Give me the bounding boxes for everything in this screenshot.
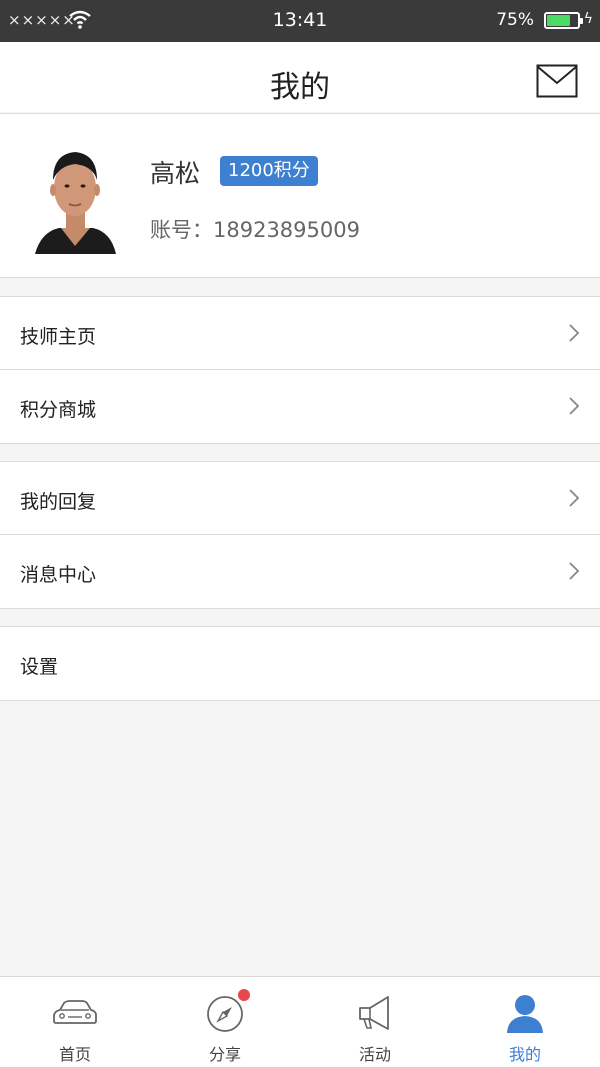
menu-item-message-center[interactable]: 消息中心 [0, 535, 600, 608]
menu-item-points-mall[interactable]: 积分商城 [0, 370, 600, 443]
account-number: 账号：18923895009 [150, 218, 360, 242]
menu-item-label: 积分商城 [20, 399, 97, 421]
menu-group-3: 设置 [0, 626, 600, 701]
tab-label: 我的 [508, 1045, 541, 1064]
menu-item-label: 我的回复 [20, 491, 97, 513]
menu-item-settings[interactable]: 设置 [0, 627, 600, 700]
tab-label: 活动 [358, 1045, 391, 1064]
chevron-right-icon [568, 561, 580, 581]
tab-home[interactable]: 首页 [0, 977, 150, 1067]
menu-item-technician-home[interactable]: 技师主页 [0, 297, 600, 370]
mail-icon[interactable] [536, 64, 578, 98]
nav-bar: 我的 [0, 42, 600, 112]
tab-label: 分享 [208, 1045, 241, 1064]
tab-mine[interactable]: 我的 [450, 977, 600, 1067]
page-title: 我的 [270, 70, 330, 105]
battery-icon [544, 12, 583, 29]
profile-card[interactable]: 高松 1200积分 账号：18923895009 [0, 113, 600, 278]
tab-activity[interactable]: 活动 [300, 977, 450, 1067]
user-icon [500, 991, 550, 1033]
chevron-right-icon [568, 488, 580, 508]
battery-percent: 75% [496, 10, 534, 30]
points-badge: 1200积分 [220, 156, 318, 186]
tab-label: 首页 [58, 1045, 91, 1064]
charging-icon: ϟ [583, 11, 593, 27]
menu-item-label: 消息中心 [20, 564, 97, 586]
megaphone-icon [350, 991, 400, 1033]
menu-item-my-replies[interactable]: 我的回复 [0, 462, 600, 535]
notification-dot [238, 989, 250, 1001]
menu-group-2: 我的回复 消息中心 [0, 461, 600, 609]
user-name: 高松 [150, 159, 201, 188]
menu-item-label: 技师主页 [20, 326, 97, 348]
status-bar: ××××× 13:41 75% ϟ [0, 0, 600, 42]
chevron-right-icon [568, 396, 580, 416]
menu-item-label: 设置 [20, 656, 59, 678]
tab-bar: 首页 分享 活动 我的 [0, 976, 600, 1067]
car-icon [50, 991, 100, 1033]
tab-share[interactable]: 分享 [150, 977, 300, 1067]
menu-group-1: 技师主页 积分商城 [0, 296, 600, 444]
chevron-right-icon [568, 323, 580, 343]
avatar [33, 136, 118, 256]
